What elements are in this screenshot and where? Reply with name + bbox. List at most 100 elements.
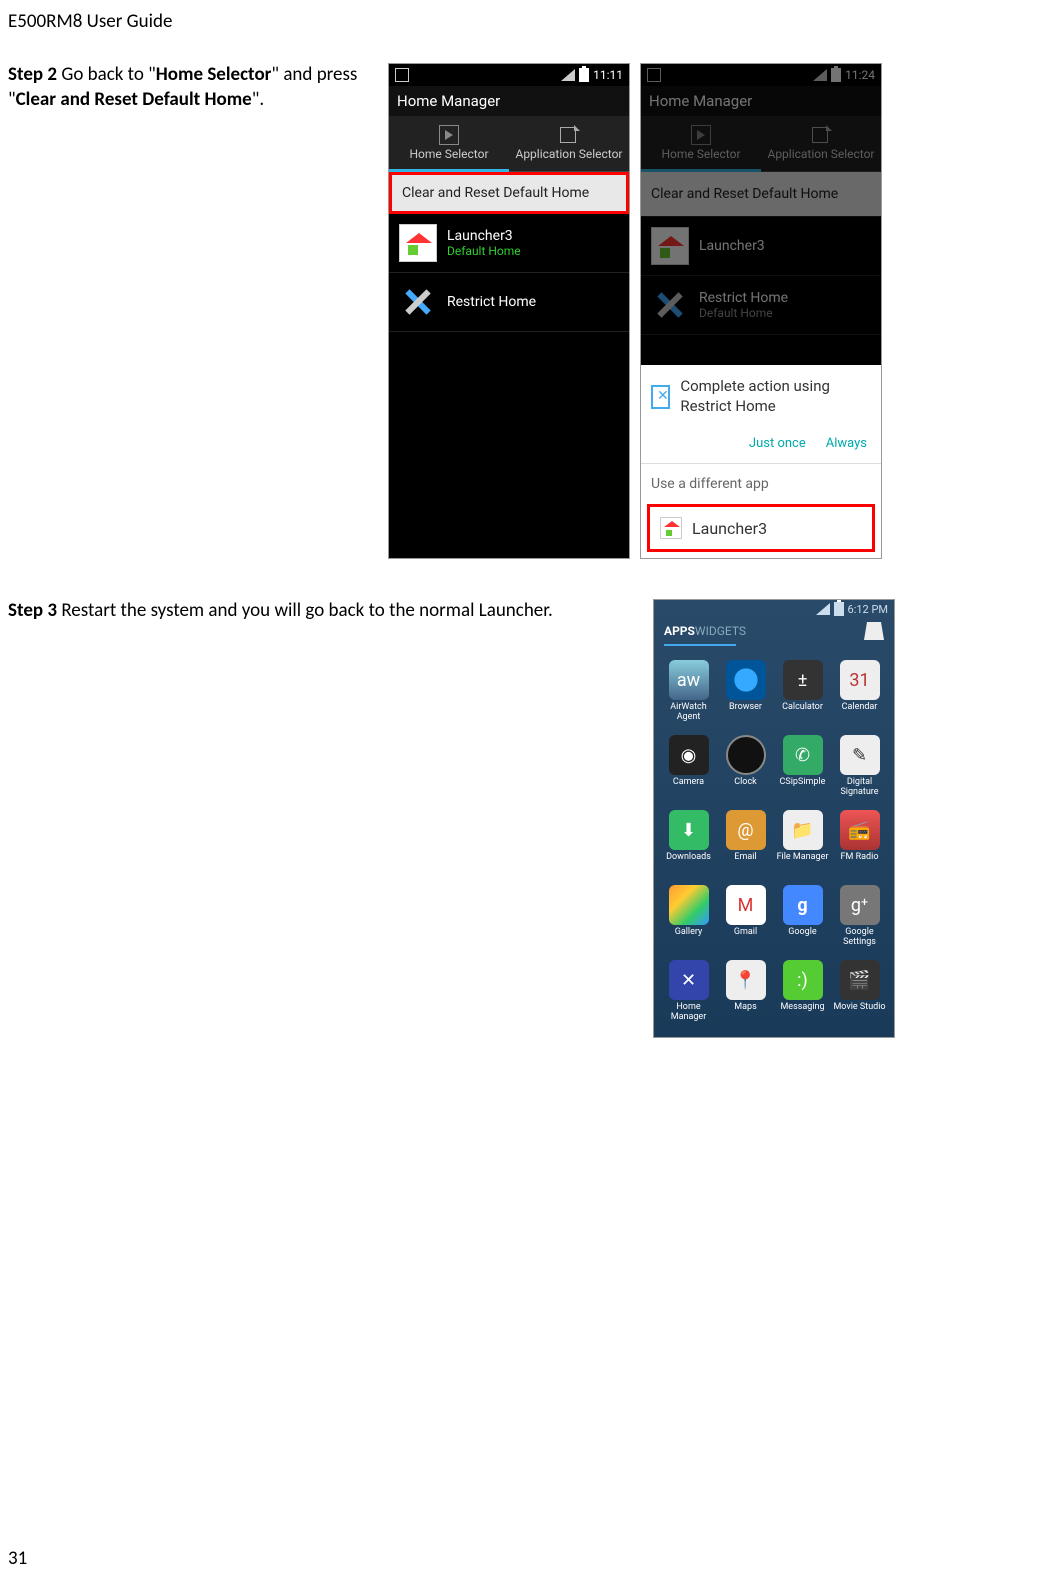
app-icon: g⁺ <box>840 885 880 925</box>
app-label: FM Radio <box>841 853 879 873</box>
restrict-home-item[interactable]: Restrict Home <box>389 273 629 332</box>
app-email[interactable]: @Email <box>719 810 772 873</box>
step2-row: Step 2 Go back to "Home Selector" and pr… <box>0 63 1055 559</box>
app-label: Camera <box>673 778 704 798</box>
app-icon: ± <box>783 660 823 700</box>
step2-label: Step 2 <box>8 63 57 86</box>
phone1-app-title: Home Manager <box>389 86 629 116</box>
app-gallery[interactable]: Gallery <box>662 885 715 948</box>
step3-text: Step 3 Restart the system and you will g… <box>8 599 633 1038</box>
app-icon <box>726 735 766 775</box>
step2-bold1: Home Selector <box>156 63 272 86</box>
app-icon: ◉ <box>669 735 709 775</box>
step3-row: Step 3 Restart the system and you will g… <box>0 599 1055 1038</box>
app-icon <box>726 660 766 700</box>
notification-icon <box>395 68 409 82</box>
launcher3-label: Launcher3 <box>699 238 765 254</box>
app-icon <box>669 885 709 925</box>
clear-reset-item[interactable]: Clear and Reset Default Home <box>389 172 629 214</box>
tab-home-selector[interactable]: Home Selector <box>641 116 761 172</box>
app-icon: 📻 <box>840 810 880 850</box>
restrict-home-label: Restrict Home <box>699 290 788 306</box>
launcher3-item[interactable]: Launcher3 Default Home <box>389 214 629 273</box>
app-calculator[interactable]: ±Calculator <box>776 660 829 723</box>
app-movie-studio[interactable]: 🎬Movie Studio <box>833 960 886 1023</box>
signal-icon <box>561 69 575 81</box>
tab2-label: Application Selector <box>767 147 874 161</box>
app-messaging[interactable]: :) Messaging <box>776 960 829 1023</box>
app-google[interactable]: gGoogle <box>776 885 829 948</box>
phone2-app-title: Home Manager <box>641 86 881 116</box>
app-csipsimple[interactable]: ✆CSipSimple <box>776 735 829 798</box>
app-calendar[interactable]: 31Calendar <box>833 660 886 723</box>
battery-icon <box>831 68 841 82</box>
app-browser[interactable]: Browser <box>719 660 772 723</box>
battery-icon <box>579 68 589 82</box>
app-downloads[interactable]: ⬇Downloads <box>662 810 715 873</box>
battery-icon <box>834 602 844 616</box>
phone1-tabs: Home Selector Application Selector <box>389 116 629 172</box>
signal-icon <box>813 69 827 81</box>
app-icon: @ <box>726 810 766 850</box>
clear-reset-item[interactable]: Clear and Reset Default Home <box>641 172 881 217</box>
step3-body: Restart the system and you will go back … <box>57 599 553 622</box>
app-icon: 📍 <box>726 960 766 1000</box>
app-icon: ⬇ <box>669 810 709 850</box>
app-digital-signature[interactable]: ✎Digital Signature <box>833 735 886 798</box>
app-grid: awAirWatch Agent Browser ±Calculator31Cale… <box>654 646 894 1037</box>
tab-app-selector[interactable]: Application Selector <box>761 116 881 172</box>
tab-home-selector[interactable]: Home Selector <box>389 116 509 172</box>
phone2: 11:24 Home Manager Home Selector Applica… <box>640 63 882 559</box>
step2-t1: Go back to " <box>57 63 156 86</box>
app-label: File Manager <box>777 853 829 873</box>
app-label: Gallery <box>675 928 703 948</box>
app-label: Maps <box>734 1003 756 1023</box>
shop-icon[interactable] <box>864 622 884 640</box>
share-icon <box>812 127 830 145</box>
play-icon <box>439 125 459 145</box>
app-camera[interactable]: ◉ Camera <box>662 735 715 798</box>
app-label: Google <box>788 928 816 948</box>
phone2-tabs: Home Selector Application Selector <box>641 116 881 172</box>
app-icon: 🎬 <box>840 960 880 1000</box>
launcher3-option[interactable]: Launcher3 <box>647 504 875 552</box>
page-number: 31 <box>8 1547 27 1570</box>
app-label: Home Manager <box>662 1003 715 1023</box>
app-home-manager[interactable]: ✕Home Manager <box>662 960 715 1023</box>
app-icon: ✆ <box>783 735 823 775</box>
app-icon: 📁 <box>783 810 823 850</box>
restrict-home-item[interactable]: Restrict Home Default Home <box>641 276 881 335</box>
step2-bold2: Clear and Reset Default Home <box>16 88 252 111</box>
app-google-settings[interactable]: g⁺ Google Settings <box>833 885 886 948</box>
just-once-button[interactable]: Just once <box>749 436 806 451</box>
tab-apps[interactable]: APPS <box>664 624 695 638</box>
tab1-label: Home Selector <box>661 147 740 161</box>
launcher-time: 6:12 PM <box>848 603 888 616</box>
launcher3-item[interactable]: Launcher3 <box>641 217 881 276</box>
step2-t3: ". <box>252 88 264 111</box>
app-clock[interactable]: Clock <box>719 735 772 798</box>
app-file-manager[interactable]: 📁 File Manager <box>776 810 829 873</box>
share-icon <box>560 127 578 145</box>
app-label: Browser <box>729 703 762 723</box>
wrench-icon <box>651 286 689 324</box>
tab-widgets[interactable]: WIDGETS <box>695 624 746 638</box>
play-icon <box>691 125 711 145</box>
app-label: Messaging <box>780 1003 824 1023</box>
phone1-status-bar: 11:11 <box>389 64 629 86</box>
launcher3-label: Launcher3 <box>447 228 521 244</box>
app-fm-radio[interactable]: 📻 FM Radio <box>833 810 886 873</box>
app-label: Clock <box>734 778 756 798</box>
app-icon: :) <box>783 960 823 1000</box>
tab-app-selector[interactable]: Application Selector <box>509 116 629 172</box>
always-button[interactable]: Always <box>826 436 867 451</box>
notification-icon <box>647 68 661 82</box>
app-airwatch-agent[interactable]: awAirWatch Agent <box>662 660 715 723</box>
use-different-label: Use a different app <box>641 464 881 504</box>
app-gmail[interactable]: MGmail <box>719 885 772 948</box>
phone1-body: Clear and Reset Default Home Launcher3 D… <box>389 172 629 558</box>
launcher3-icon <box>651 227 689 265</box>
app-label: Google Settings <box>833 928 886 948</box>
dialog-header: Complete action using Restrict Home <box>641 365 881 428</box>
app-maps[interactable]: 📍 Maps <box>719 960 772 1023</box>
